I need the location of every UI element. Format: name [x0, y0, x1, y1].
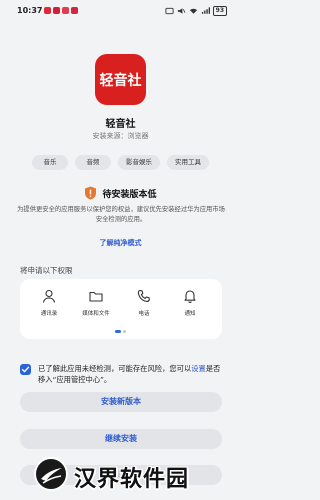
- check-icon: [21, 366, 30, 373]
- warning-header: 待安装版本低: [0, 186, 241, 200]
- notification-icons: [44, 7, 78, 14]
- category-tags: 音乐 音频 影音娱乐 实用工具: [0, 155, 241, 170]
- category-tag: 实用工具: [167, 155, 209, 170]
- folder-icon: [89, 291, 103, 302]
- page-dot: [123, 330, 126, 333]
- category-tag: 影音娱乐: [118, 155, 160, 170]
- warning-title: 待安装版本低: [102, 189, 157, 200]
- notification-app-icon: [53, 7, 60, 14]
- watermark-text: 汉界软件园: [74, 467, 190, 492]
- permissions-heading: 将申请以下权限: [20, 266, 73, 275]
- continue-install-button[interactable]: 继续安装: [20, 429, 222, 449]
- permission-label: 通讯录: [40, 311, 58, 317]
- permission-item-contacts[interactable]: 通讯录: [31, 289, 67, 317]
- notification-app-icon: [44, 7, 51, 14]
- mute-icon: [177, 8, 186, 14]
- wifi-icon: [189, 8, 197, 14]
- status-right: 93: [165, 6, 227, 16]
- permission-item-media[interactable]: 媒体和文件: [78, 289, 114, 317]
- status-time: 10:37: [17, 6, 43, 15]
- contacts-icon: [42, 289, 56, 303]
- notification-app-icon: [71, 7, 78, 14]
- page-dot-active: [115, 330, 121, 333]
- watermark-logo-icon: [34, 457, 68, 491]
- permissions-card[interactable]: 通讯录 媒体和文件 电话 通知: [20, 279, 222, 339]
- category-tag: 音频: [75, 155, 111, 170]
- signal-icon: [201, 7, 210, 14]
- permission-label: 通知: [184, 311, 196, 317]
- consent-text-before: 已了解此应用未经检测，可能存在风险，您可以: [38, 364, 192, 373]
- watermark: 汉界软件园: [34, 455, 239, 495]
- app-icon-text: 轻音社: [99, 72, 142, 89]
- install-new-version-button[interactable]: 安装新版本: [20, 392, 222, 412]
- page-indicator: [115, 330, 126, 333]
- permission-label: 媒体和文件: [82, 311, 110, 317]
- nfc-icon: [165, 7, 174, 15]
- consent-checkbox[interactable]: [20, 364, 31, 375]
- permission-item-phone[interactable]: 电话: [126, 289, 162, 317]
- phone-icon: [137, 289, 150, 302]
- bell-icon: [184, 290, 196, 303]
- watermark-swoosh-icon: [41, 468, 62, 484]
- warning-description: 为提供更安全的应用服务以保护您的权益，建议优先安装经过华为应用市场安全检测的应用…: [17, 206, 225, 223]
- install-source: 安装来源：浏览器: [92, 132, 149, 140]
- shield-warning-icon: [85, 186, 97, 200]
- category-tag: 音乐: [32, 155, 68, 170]
- app-name: 轻音社: [105, 119, 136, 130]
- permission-item-notification[interactable]: 通知: [172, 289, 208, 317]
- app-icon: 轻音社: [95, 54, 146, 105]
- battery-indicator: 93: [212, 6, 227, 16]
- pure-mode-link[interactable]: 了解纯净模式: [0, 238, 241, 248]
- status-bar: 10:37 93: [0, 0, 241, 22]
- permission-label: 电话: [138, 311, 150, 317]
- settings-link[interactable]: 设置: [191, 364, 206, 373]
- notification-app-icon: [62, 7, 69, 14]
- consent-text: 已了解此应用未经检测，可能存在风险，您可以设置是否移入“应用管控中心”。: [38, 363, 226, 385]
